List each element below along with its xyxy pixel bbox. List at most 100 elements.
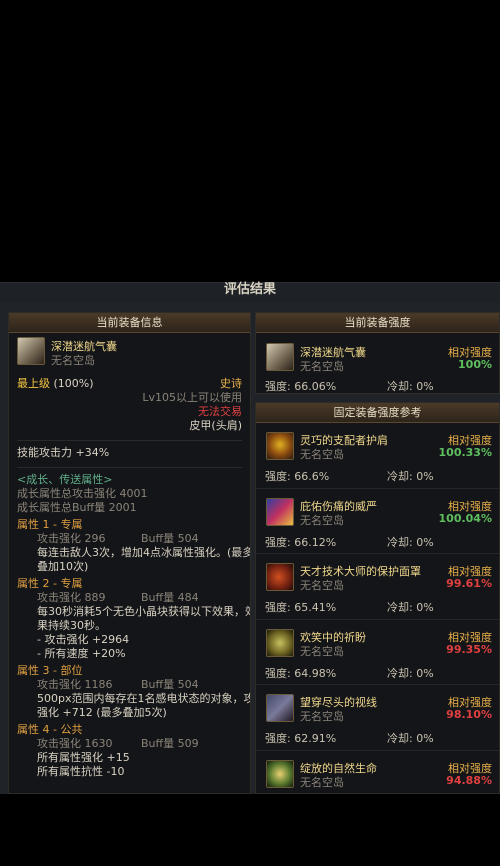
- attribute-title: 属性 1 - 专属: [17, 518, 83, 531]
- attribute-buff: Buff量 484: [141, 591, 199, 604]
- cooldown-value: 冷却: 0%: [387, 666, 434, 680]
- strength-value: 强度: 65.41%: [265, 601, 337, 614]
- current-equipment-info-panel: 当前装备信息 深潜迷航气囊 无名空岛 最上级 (100%) 史诗 Lv105以上…: [8, 312, 251, 794]
- relative-strength-value: 100.04%: [438, 511, 492, 525]
- attribute-values: 攻击强化 889 Buff量 484: [9, 591, 250, 605]
- cooldown-value: 冷却: 0%: [387, 601, 434, 614]
- fixed-reference-panel: 固定装备强度参考 灵巧的支配者护肩 无名空岛 相对强度 100.33% 强度: 66.6…: [255, 402, 500, 794]
- current-strength-panel: 当前装备强度 深潜迷航气囊 无名空岛 相对强度 100% 强度: 66.06% …: [255, 312, 500, 394]
- attribute-line: - 攻击强化 +2964: [37, 633, 130, 646]
- relative-strength-value: 100%: [458, 358, 492, 371]
- growth-attack: 成长属性总攻击强化 4001: [17, 487, 148, 500]
- reference-card[interactable]: 绽放的自然生命无名空岛相对强度94.88%强度: 57.55%冷却: 0%: [256, 751, 499, 794]
- panel-header: 当前装备信息: [9, 313, 250, 333]
- evaluation-title: 评估结果: [223, 282, 276, 297]
- attribute-block-1: 属性 1 - 专属 攻击强化 296 Buff量 504 每连击敌人3次，增加4…: [9, 518, 250, 574]
- attribute-line: 500px范围内每存在1名感电状态的对象，攻击: [37, 692, 251, 705]
- level-requirement: Lv105以上可以使用: [142, 391, 242, 404]
- item-source: 无名空岛: [300, 360, 344, 373]
- relative-strength-value: 99.35%: [446, 642, 492, 656]
- flower-icon: [266, 759, 294, 788]
- level-row: Lv105以上可以使用: [9, 391, 250, 405]
- attribute-line: 强化 +712 (最多叠加5次): [37, 706, 167, 719]
- helmet-icon: [266, 694, 294, 722]
- rarity-label: 史诗: [220, 377, 242, 390]
- grade-percent: (100%): [53, 377, 94, 390]
- attribute-values: 攻击强化 1630 Buff量 509: [9, 737, 250, 751]
- item-source: 无名空岛: [51, 354, 95, 367]
- strength-value: 强度: 62.91%: [265, 732, 337, 745]
- attribute-block-4: 属性 4 - 公共 攻击强化 1630 Buff量 509 所有属性强化 +15…: [9, 723, 250, 779]
- reference-card[interactable]: 欢笑中的祈盼 无名空岛 相对强度 99.35% 强度: 64.98% 冷却: 0%: [256, 620, 499, 685]
- mask-icon: [266, 563, 294, 591]
- attribute-attack: 攻击强化 889: [37, 591, 106, 604]
- reference-card[interactable]: 灵巧的支配者护肩 无名空岛 相对强度 100.33% 强度: 66.6% 冷却: 0%: [256, 423, 499, 489]
- cooldown-value: 冷却: 0%: [387, 535, 434, 549]
- attribute-line: 每连击敌人3次，增加4点冰属性强化。(最多: [37, 546, 251, 559]
- attribute-buff: Buff量 504: [141, 678, 199, 691]
- grade-label: 最上级: [17, 377, 50, 390]
- relative-strength-value: 94.88%: [446, 773, 492, 787]
- attribute-line: - 所有速度 +20%: [37, 647, 126, 660]
- cooldown-value: 冷却: 0%: [387, 732, 434, 745]
- growth-buff: 成长属性总Buff量 2001: [17, 501, 137, 514]
- armor-icon: [266, 628, 294, 657]
- attribute-attack: 攻击强化 1186: [37, 678, 113, 691]
- growth-title-row: <成长、传送属性>: [9, 473, 250, 487]
- cooldown-value: 冷却: 0%: [387, 380, 434, 393]
- item-source: 无名空岛: [300, 775, 344, 789]
- attribute-line: 所有属性强化 +15: [37, 751, 130, 764]
- item-source: 无名空岛: [300, 644, 344, 658]
- attribute-title: 属性 3 - 部位: [17, 664, 83, 677]
- relative-strength-value: 100.33%: [438, 446, 492, 459]
- attribute-line: 果持续30秒。: [37, 619, 106, 632]
- relative-strength-value: 98.10%: [446, 708, 492, 721]
- skill-attack-row: 技能攻击力 +34%: [9, 446, 250, 460]
- divider: [17, 440, 242, 441]
- attribute-attack: 攻击强化 1630: [37, 737, 113, 750]
- strength-value: 强度: 66.06%: [265, 380, 337, 393]
- growth-title: <成长、传送属性>: [17, 473, 113, 486]
- strength-value: 强度: 66.6%: [265, 470, 330, 483]
- skill-attack: 技能攻击力 +34%: [17, 446, 110, 459]
- equipment-slot: 皮甲(头肩): [189, 419, 242, 432]
- panel-header: 固定装备强度参考: [256, 403, 499, 423]
- result-content: 当前装备信息 深潜迷航气囊 无名空岛 最上级 (100%) 史诗 Lv105以上…: [0, 302, 500, 794]
- attribute-line: 所有属性抗性 -10: [37, 765, 125, 778]
- reference-card[interactable]: 望穿尽头的视线 无名空岛 相对强度 98.10% 强度: 62.91% 冷却: 0%: [256, 685, 499, 751]
- attribute-values: 攻击强化 1186 Buff量 504: [9, 678, 250, 692]
- trade-row: 无法交易: [9, 405, 250, 419]
- grade-row: 最上级 (100%) 史诗: [9, 377, 250, 391]
- reference-card[interactable]: 天才技术大师的保护面罩 无名空岛 相对强度 99.61% 强度: 65.41% 冷却: 0…: [256, 554, 499, 620]
- growth-buff-row: 成长属性总Buff量 2001: [9, 501, 250, 515]
- reference-card[interactable]: 庇佑伤痛的威严 无名空岛 相对强度 100.04% 强度: 66.12% 冷却: 0%: [256, 489, 499, 554]
- strength-value: 强度: 66.12%: [265, 535, 337, 549]
- attribute-block-3: 属性 3 - 部位 攻击强化 1186 Buff量 504 500px范围内每存…: [9, 664, 250, 720]
- attribute-buff: Buff量 509: [141, 737, 199, 750]
- panel-header: 当前装备强度: [256, 313, 499, 333]
- item-source: 无名空岛: [300, 513, 344, 527]
- current-strength-card[interactable]: 深潜迷航气囊 无名空岛 相对强度 100% 强度: 66.06% 冷却: 0%: [256, 333, 499, 393]
- shoulder-armor-icon: [266, 432, 294, 460]
- reference-list: 灵巧的支配者护肩 无名空岛 相对强度 100.33% 强度: 66.6% 冷却: 0% 庇佑…: [256, 423, 499, 794]
- evaluation-bar: 评估结果: [0, 282, 500, 302]
- item-header: 深潜迷航气囊 无名空岛: [9, 333, 250, 373]
- diving-airbag-icon: [17, 337, 45, 365]
- trade-status: 无法交易: [198, 405, 242, 418]
- relative-strength-value: 99.61%: [446, 577, 492, 590]
- item-source: 无名空岛: [300, 710, 344, 723]
- slot-row: 皮甲(头肩): [9, 419, 250, 433]
- cooldown-value: 冷却: 0%: [387, 470, 434, 483]
- diving-airbag-icon: [266, 343, 294, 371]
- attribute-buff: Buff量 504: [141, 532, 199, 545]
- strength-value: 强度: 64.98%: [265, 666, 337, 680]
- cape-icon: [266, 497, 294, 526]
- growth-attack-row: 成长属性总攻击强化 4001: [9, 487, 250, 501]
- attribute-title: 属性 2 - 专属: [17, 577, 83, 590]
- attribute-attack: 攻击强化 296: [37, 532, 106, 545]
- attribute-line: 叠加10次): [37, 560, 89, 573]
- attribute-values: 攻击强化 296 Buff量 504: [9, 532, 250, 546]
- item-source: 无名空岛: [300, 448, 344, 461]
- divider: [17, 467, 242, 468]
- item-source: 无名空岛: [300, 579, 344, 592]
